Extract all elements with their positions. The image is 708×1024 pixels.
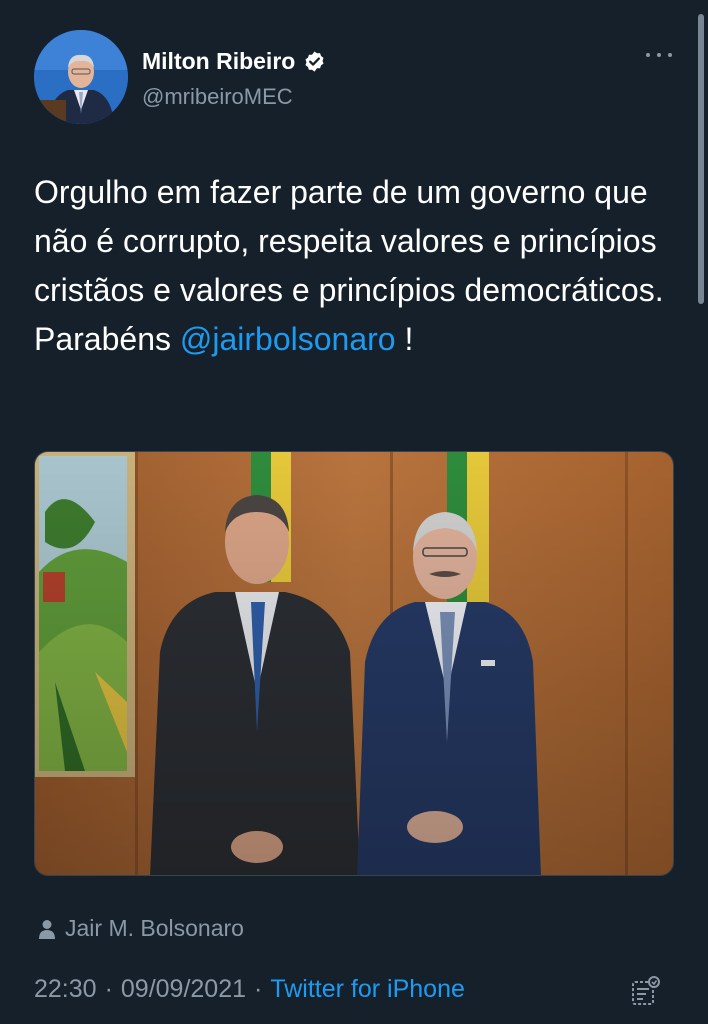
person-icon <box>39 919 55 939</box>
tweet-time[interactable]: 22:30 <box>34 975 97 1004</box>
tweet-text: Orgulho em fazer parte de um governo que… <box>34 168 674 364</box>
handle[interactable]: @mribeiroMEC <box>142 84 293 110</box>
scrollbar[interactable] <box>698 14 704 304</box>
verified-badge-icon <box>305 51 324 72</box>
avatar[interactable] <box>34 30 128 124</box>
tagged-user[interactable]: Jair M. Bolsonaro <box>38 915 244 942</box>
display-name[interactable]: Milton Ribeiro <box>142 48 326 75</box>
tweet-header: Milton Ribeiro @mribeiroMEC <box>34 30 678 126</box>
tweet-source-link[interactable]: Twitter for iPhone <box>270 975 465 1004</box>
tagged-user-name: Jair M. Bolsonaro <box>65 915 244 941</box>
tweet-photo[interactable] <box>34 451 674 876</box>
tweet-date[interactable]: 09/09/2021 <box>121 975 246 1004</box>
more-dots-icon[interactable] <box>646 50 672 60</box>
mention-link[interactable]: @jairbolsonaro <box>180 321 396 357</box>
meta-separator: · <box>254 975 263 1003</box>
tweet-meta: 22:30 · 09/09/2021 · Twitter for iPhone <box>34 975 465 1004</box>
tweet-text-end: ! <box>395 321 414 357</box>
analytics-icon[interactable] <box>630 975 662 1007</box>
meta-separator: · <box>104 975 113 1003</box>
display-name-text: Milton Ribeiro <box>142 48 296 74</box>
